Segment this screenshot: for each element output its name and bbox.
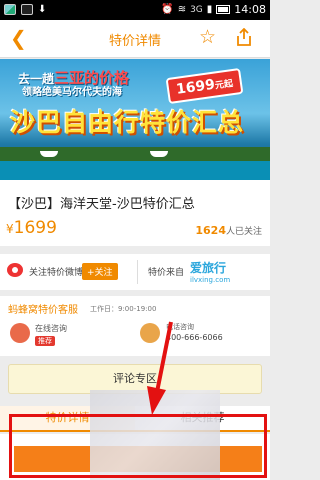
sim-notification-icon <box>21 4 33 15</box>
recommend-badge: 推荐 <box>35 336 55 346</box>
customer-service-section: 蚂蜂窝特价客服 工作日：9:00-19:00 在线咨询 推荐 电话咨询 400-… <box>0 296 270 356</box>
banner-line-2: 领略绝美马尔代夫的海 <box>22 87 122 98</box>
weibo-label: 关注特价微博 <box>29 268 84 278</box>
favorite-star-icon[interactable]: ☆ <box>199 26 216 48</box>
banner-price-tag: 1699元起 <box>165 67 244 105</box>
source-logo[interactable]: 爱旅行 ilvxing.com <box>190 259 250 284</box>
weibo-icon <box>7 263 23 277</box>
service-title: 蚂蜂窝特价客服 <box>8 305 78 316</box>
online-consult-label[interactable]: 在线咨询 <box>35 323 67 334</box>
weibo-source-row: 关注特价微博 +关注 特价来自 爱旅行 ilvxing.com <box>0 254 270 290</box>
status-bar: ⬇ ⏰ ≋ 3G ▮ 14:08 <box>0 0 270 20</box>
follow-count: 1624人已关注 <box>195 224 262 237</box>
gallery-notification-icon <box>4 4 16 15</box>
product-title: 【沙巴】海洋天堂-沙巴特价汇总 <box>8 197 195 212</box>
banner-headline: 沙巴自由行特价汇总 <box>10 108 245 137</box>
product-price: ¥1699 <box>6 218 57 238</box>
signal-icon: ▮ <box>206 4 213 15</box>
product-info: 【沙巴】海洋天堂-沙巴特价汇总 ¥1699 1624人已关注 <box>0 180 270 246</box>
follow-weibo-button[interactable]: +关注 <box>82 263 118 280</box>
share-icon[interactable] <box>236 28 252 46</box>
alarm-icon: ⏰ <box>161 4 174 15</box>
wifi-icon: ≋ <box>177 4 187 15</box>
service-hours: 工作日：9:00-19:00 <box>90 305 157 313</box>
battery-icon <box>216 5 231 14</box>
page-title: 特价详情 <box>108 34 161 49</box>
promo-banner-image[interactable]: 去一趟三亚的价格 领略绝美马尔代夫的海 1699元起 沙巴自由行特价汇总 <box>0 59 270 180</box>
banner-sea <box>0 161 270 180</box>
phone-number[interactable]: 400-666-6066 <box>166 333 223 342</box>
network-label: 3G <box>190 4 203 15</box>
source-label: 特价来自 <box>148 268 185 278</box>
download-icon: ⬇ <box>38 4 47 15</box>
divider <box>137 260 138 284</box>
top-nav-bar: ❮ 特价详情 ☆ <box>0 20 270 58</box>
annotation-highlight-box <box>9 414 267 478</box>
phone-icon[interactable] <box>140 323 160 343</box>
chat-icon[interactable] <box>10 323 30 343</box>
clock: 14:08 <box>234 3 266 16</box>
phone-consult-label[interactable]: 电话咨询 <box>166 322 194 332</box>
